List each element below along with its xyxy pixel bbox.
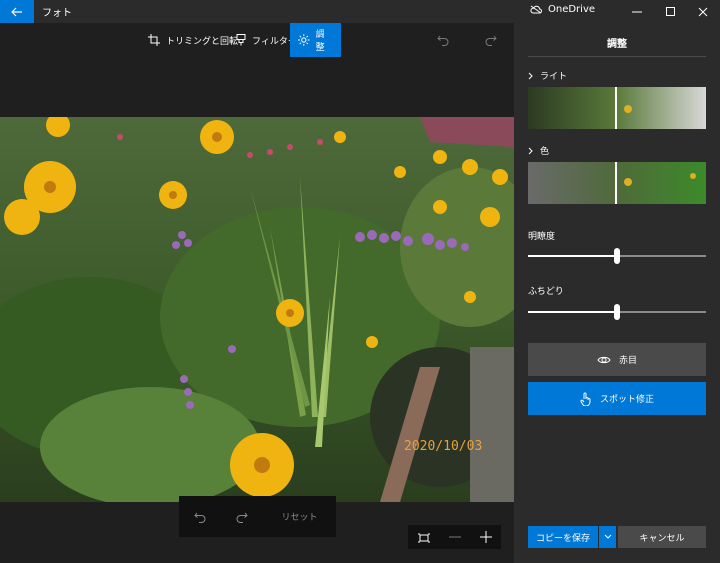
light-preview-strip[interactable] [528,87,706,129]
cloud-off-icon [530,5,542,14]
clarity-slider[interactable] [528,248,706,264]
section-label: 色 [540,147,550,157]
photo-date-stamp: 2020/10/03 [404,439,483,454]
cancel-button[interactable]: キャンセル [618,526,706,548]
section-label: ライト [540,72,568,82]
fit-to-window-button[interactable] [417,528,430,547]
chevron-down-icon [604,534,611,539]
red-eye-button[interactable]: 赤目 [528,343,706,376]
light-section-toggle[interactable]: ライト [528,69,567,82]
minimize-button[interactable] [620,0,654,23]
redo-button[interactable] [481,30,501,50]
close-icon [698,7,708,16]
rotate-left-button[interactable] [179,496,221,537]
spot-fix-button[interactable]: スポット修正 [528,382,706,415]
undo-icon [194,512,206,523]
photo-canvas[interactable]: 2020/10/03 [0,117,514,502]
red-eye-label: 赤目 [618,356,637,366]
undo-button[interactable] [433,30,453,50]
app-title: フォト [42,8,72,19]
tab-label: 調整 [315,30,325,53]
clarity-slider-thumb[interactable] [614,248,620,264]
slider-fill [528,255,617,257]
photo-edit-bar: リセット [179,496,336,537]
back-arrow-icon [11,7,22,16]
fit-screen-icon [417,533,430,542]
panel-title: 調整 [607,39,627,50]
reset-button[interactable]: リセット [263,496,336,537]
slider-fill [528,311,617,313]
filter-icon [236,34,246,46]
title-bar: フォト OneDrive [0,0,720,23]
brightness-icon [298,34,310,46]
plus-icon [479,530,492,543]
vignette-slider[interactable] [528,304,706,320]
vignette-slider-thumb[interactable] [614,304,620,320]
eye-icon [597,356,611,363]
minimize-icon [632,11,642,12]
zoom-in-button[interactable] [479,528,492,547]
redo-icon [236,512,248,523]
back-button[interactable] [0,0,34,23]
color-preview-strip[interactable] [528,162,706,204]
maximize-icon [666,6,675,16]
edit-toolbar: トリミングと回転 フィルター 調整 [0,23,514,57]
rotate-right-button[interactable] [221,496,263,537]
touch-hand-icon [580,392,591,406]
vignette-label: ふちどり [528,287,564,297]
chevron-right-icon [528,72,533,79]
color-section-toggle[interactable]: 色 [528,144,549,157]
save-copy-button[interactable]: コピーを保存 [528,526,598,548]
save-options-button[interactable] [599,526,616,548]
zoom-out-button[interactable] [448,528,461,547]
close-button[interactable] [686,0,720,23]
spot-fix-label: スポット修正 [599,395,654,405]
divider [528,56,706,57]
redo-icon [485,35,497,46]
crop-rotate-icon [148,34,160,46]
undo-icon [437,35,449,46]
maximize-button[interactable] [654,0,688,23]
chevron-right-icon [528,147,533,154]
color-gradient-preview [528,162,706,204]
onedrive-status[interactable]: OneDrive [530,4,595,15]
onedrive-label: OneDrive [548,4,596,15]
clarity-label: 明瞭度 [528,232,556,242]
minus-icon [448,536,461,537]
zoom-controls [408,525,501,549]
tab-adjust[interactable]: 調整 [290,23,341,57]
light-gradient-preview [528,87,706,129]
adjust-panel: 調整 ライト 色 明瞭度 ふちどり 赤目 スポット修正 コピーを保存 キャンセル [514,23,720,563]
